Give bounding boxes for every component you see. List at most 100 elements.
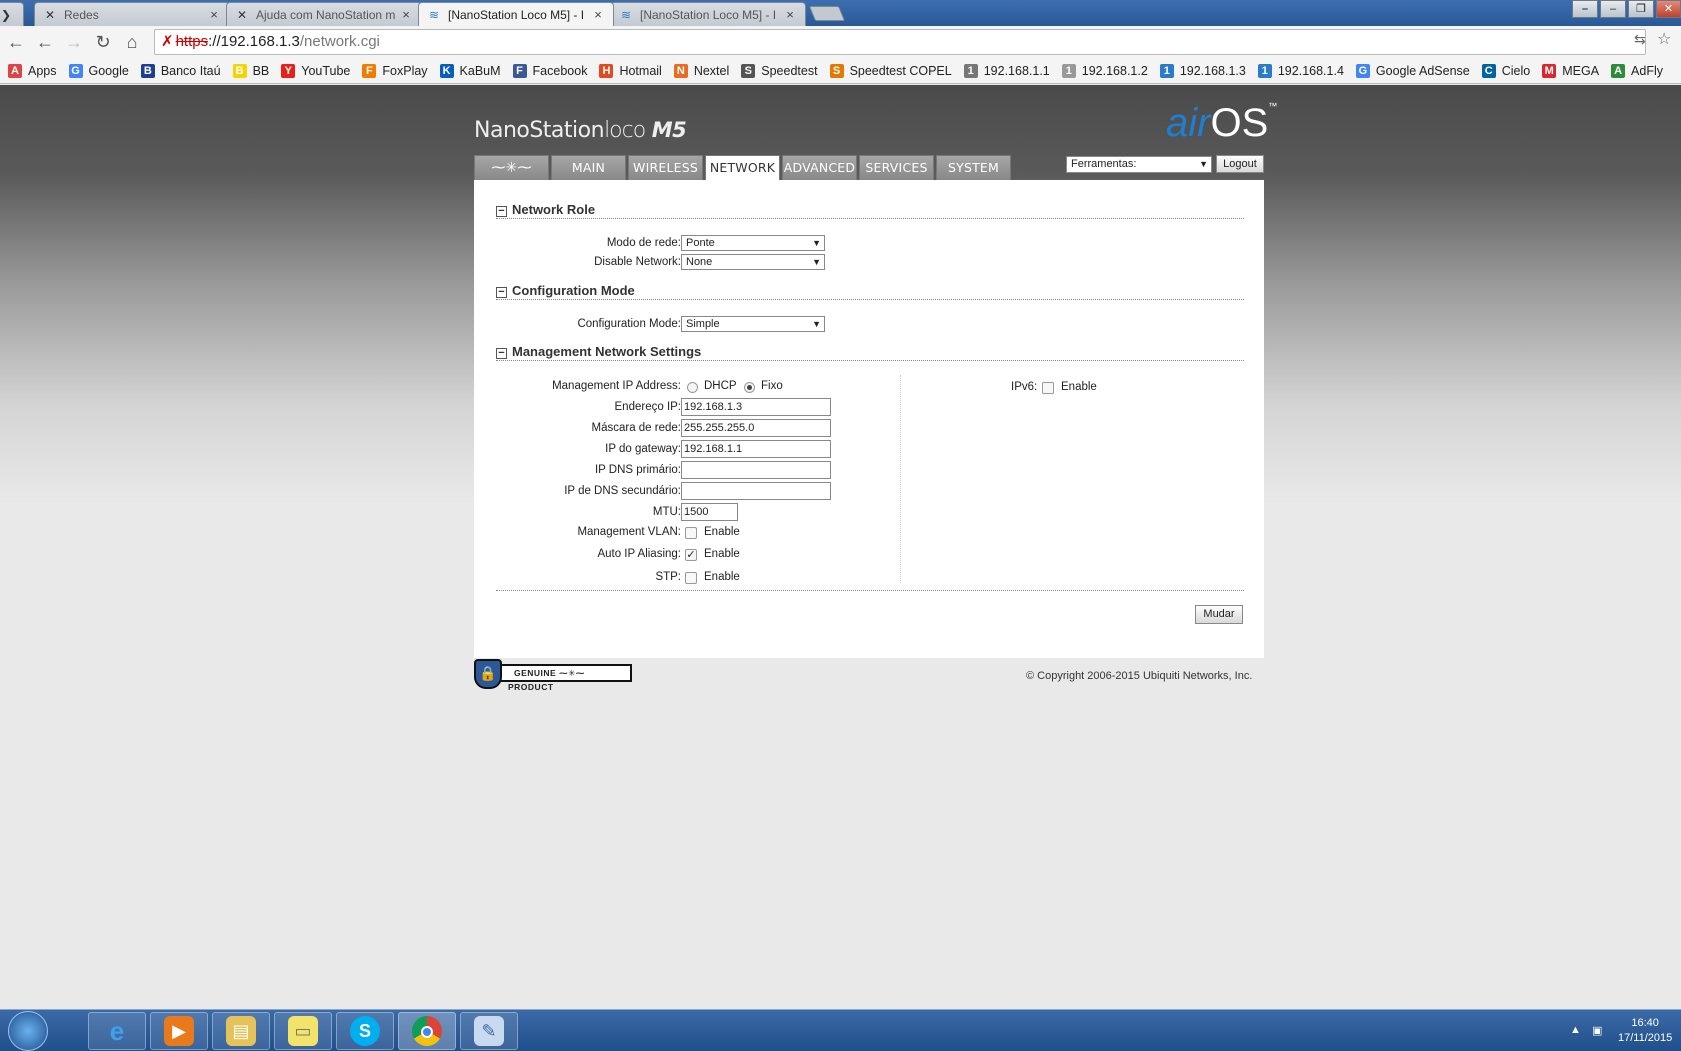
section-configuration-mode[interactable]: − Configuration Mode [496,283,1244,300]
bookmark-label: BB [252,63,270,78]
ipv6-checkbox[interactable] [1042,382,1054,394]
disable-network-select[interactable]: None ▼ [681,254,825,270]
window-profile-button[interactable]: ⎯ [1572,0,1598,18]
taskbar-notes[interactable]: ▭ [274,1012,332,1050]
taskbar-ie[interactable]: e [88,1012,146,1050]
section-network-role[interactable]: − Network Role [496,202,1244,219]
back-button[interactable]: ← [4,30,28,54]
tab-overflow[interactable]: ❯ [0,2,24,26]
taskbar-media-player[interactable]: ▶ [150,1012,208,1050]
taskbar-skype[interactable]: S [336,1012,394,1050]
bookmark-cielo[interactable]: C Cielo [1481,63,1531,78]
fixo-radio[interactable] [744,382,755,393]
vlan-label: Management VLAN: [577,526,681,538]
mtu-input[interactable]: 1500 [681,503,738,521]
forward-button[interactable]: → [62,30,86,54]
tools-select[interactable]: Ferramentas: ▼ [1066,156,1212,173]
stp-checkbox[interactable] [685,572,697,584]
gateway-input[interactable]: 192.168.1.1 [681,440,831,458]
reload-button[interactable]: ↻ [91,30,115,54]
gateway-label: IP do gateway: [605,443,681,455]
collapse-icon[interactable]: − [496,206,507,217]
bookmark-foxplay[interactable]: F FoxPlay [362,63,428,78]
tab-wireless[interactable]: WIRELESS [628,155,703,180]
tab-advanced[interactable]: ADVANCED [782,155,857,180]
back-arrow-icon[interactable]: ← [33,30,57,54]
bookmark-kabum[interactable]: K KaBuM [439,63,501,78]
bookmark-nextel[interactable]: N Nextel [673,63,729,78]
tab-network[interactable]: NETWORK [705,155,780,180]
close-icon[interactable]: × [591,7,605,22]
config-mode-select[interactable]: Simple ▼ [681,316,825,332]
bookmark-192-168-1-4[interactable]: 1 192.168.1.4 [1257,63,1344,78]
network-mode-select[interactable]: Ponte ▼ [681,235,825,251]
bookmark-192-168-1-2[interactable]: 1 192.168.1.2 [1061,63,1148,78]
logout-button[interactable]: Logout [1216,155,1264,173]
tab-main[interactable]: MAIN [551,155,626,180]
collapse-icon[interactable]: − [496,287,507,298]
new-tab-button[interactable] [808,6,846,21]
notes-icon: ▭ [288,1016,318,1046]
dns2-input[interactable] [681,482,831,500]
genuine-bar: GENUINE ⁓✳⁓ PRODUCT [498,664,632,692]
tray-arrow-icon[interactable]: ▲ [1570,1024,1581,1036]
bookmark-facebook[interactable]: F Facebook [512,63,587,78]
taskbar-paint[interactable]: ✎ [460,1012,518,1050]
close-icon[interactable]: × [207,7,221,22]
translate-icon[interactable]: ⇆ [1634,31,1646,48]
tab-title: [NanoStation Loco M5] - I [448,7,585,22]
address-bar[interactable]: ✗ https://192.168.1.3/network.cgi [154,29,1646,55]
bookmark-speedtest-copel[interactable]: S Speedtest COPEL [829,63,952,78]
close-icon[interactable]: × [783,7,797,22]
mask-input[interactable]: 255.255.255.0 [681,419,831,437]
config-mode-label: Configuration Mode: [577,318,681,330]
mega-icon: M [1542,63,1557,78]
bookmark-banco-ita-[interactable]: B Banco Itaú [140,63,221,78]
taskbar-explorer[interactable]: ▤ [212,1012,270,1050]
bookmark-hotmail[interactable]: H Hotmail [599,63,662,78]
ip-input[interactable]: 192.168.1.3 [681,398,831,416]
close-window-button[interactable]: ✕ [1656,0,1681,18]
tab-redes[interactable]: ✕ Redes × [34,2,230,26]
maximize-button[interactable]: ❐ [1628,0,1654,18]
bookmark-label: Cielo [1501,63,1531,78]
wifi-icon: ≋ [620,7,632,22]
bookmark-192-168-1-1[interactable]: 1 192.168.1.1 [963,63,1050,78]
bookmark-youtube[interactable]: Y YouTube [281,63,350,78]
ip-label: Endereço IP: [614,401,681,413]
collapse-icon[interactable]: − [496,348,507,359]
cielo-icon: C [1481,63,1496,78]
bookmark-mega[interactable]: M MEGA [1542,63,1599,78]
tab-ajuda[interactable]: ✕ Ajuda com NanoStation m × [226,2,422,26]
stp-label: STP: [655,571,681,583]
taskbar-chrome[interactable] [398,1012,456,1050]
start-button[interactable] [8,1011,48,1051]
bookmark-google-adsense[interactable]: G Google AdSense [1355,63,1470,78]
tab-nanostation[interactable]: ≋ [NanoStation Loco M5] - I × [610,2,806,26]
auto-ip-checkbox[interactable]: ✓ [685,549,697,561]
tab-nanostation-active[interactable]: ≋ [NanoStation Loco M5] - I × [418,2,614,26]
vlan-checkbox[interactable] [685,527,697,539]
mudar-button[interactable]: Mudar [1195,605,1243,624]
bookmark-google[interactable]: G Google [68,63,129,78]
section-management[interactable]: − Management Network Settings [496,344,1244,361]
bookmark-192-168-1-3[interactable]: 1 192.168.1.3 [1159,63,1246,78]
home-button[interactable]: ⌂ [120,30,144,54]
speedtest-icon: S [741,63,756,78]
network-tray-icon[interactable]: ▣ [1592,1024,1602,1037]
clock[interactable]: 16:40 17/11/2015 [1618,1016,1672,1046]
bookmark-speedtest[interactable]: S Speedtest [741,63,818,78]
tab-system[interactable]: SYSTEM [936,155,1011,180]
tab-services[interactable]: SERVICES [859,155,934,180]
close-icon[interactable]: × [399,7,413,22]
bookmark-adfly[interactable]: A AdFly [1611,63,1663,78]
bookmark-bb[interactable]: B BB [232,63,270,78]
facebook-icon: F [512,63,527,78]
star-icon[interactable]: ☆ [1657,29,1671,49]
bookmark-apps[interactable]: A Apps [8,63,57,78]
bookmark-label: Google [88,63,129,78]
dhcp-radio[interactable] [687,382,698,393]
minimize-button[interactable]: – [1600,0,1626,18]
dns1-input[interactable] [681,461,831,479]
tab-ubiquiti-logo[interactable]: ⁓✳⁓ [474,155,549,180]
